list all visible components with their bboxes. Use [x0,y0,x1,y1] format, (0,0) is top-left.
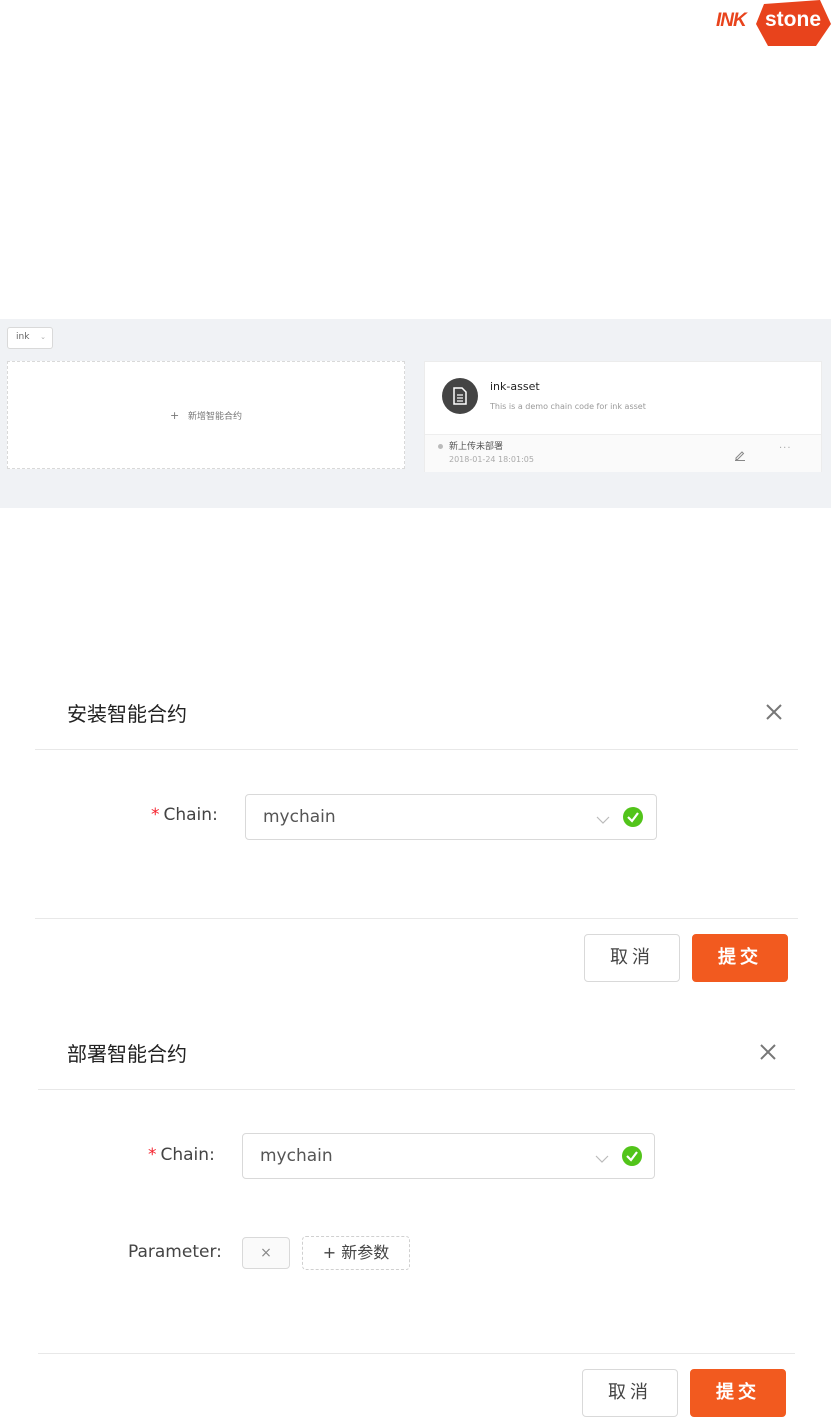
cancel-button[interactable]: 取消 [584,934,680,982]
modal-footer-divider [38,1353,795,1354]
check-circle-icon [623,807,643,827]
close-icon[interactable] [756,1040,780,1064]
add-parameter-button[interactable]: + 新参数 [302,1236,410,1270]
install-modal: 安装智能合约 * Chain: mychain 取消 提交 [35,680,798,985]
logo-ink-text: INK [716,10,747,31]
chain-select-value: mychain [263,807,336,827]
chaincode-card[interactable]: ink-asset This is a demo chain code for … [424,361,822,472]
deploy-modal: 部署智能合约 * Chain: mychain Parameter: × + 新参… [35,1020,798,1425]
required-mark: * [148,1145,157,1165]
chain-label: * Chain: [151,805,218,825]
modal-header-divider [38,1089,795,1090]
document-icon [442,378,478,414]
edit-icon[interactable] [734,446,746,465]
close-icon[interactable] [762,700,786,724]
chaincode-description: This is a demo chain code for ink asset [490,402,646,411]
cancel-button[interactable]: 取消 [582,1369,678,1417]
submit-button[interactable]: 提交 [692,934,788,982]
modal-footer-divider [35,918,798,919]
channel-select[interactable]: ink ⌄ [7,327,53,349]
more-icon[interactable]: ··· [779,443,792,454]
modal-header-divider [35,749,798,750]
chaincode-footer: 新上传未部署 2018-01-24 18:01:05 ··· [425,434,821,472]
status-dot [438,444,443,449]
chain-label: * Chain: [148,1145,215,1165]
deploy-modal-title: 部署智能合约 [67,1042,187,1066]
chaincode-time: 2018-01-24 18:01:05 [449,455,534,464]
inkstone-logo: INK stone [712,0,831,48]
submit-button[interactable]: 提交 [690,1369,786,1417]
chain-select[interactable]: mychain [242,1133,655,1179]
chaincode-panel: ink ⌄ + 新增智能合约 ink-asset This is a demo … [0,319,831,508]
check-circle-icon [622,1146,642,1166]
plus-icon: + [169,409,180,422]
logo-stone-text: stone [765,8,822,31]
chevron-down-icon [595,1149,609,1168]
remove-parameter-button[interactable]: × [242,1237,290,1269]
chaincode-name: ink-asset [490,380,540,393]
chain-select[interactable]: mychain [245,794,657,840]
required-mark: * [151,805,160,825]
channel-select-value: ink [16,332,30,342]
chevron-down-icon [596,810,610,829]
add-chaincode-card[interactable]: + 新增智能合约 [7,361,405,469]
chaincode-status: 新上传未部署 [449,442,504,452]
chevron-down-icon: ⌄ [40,333,46,341]
chain-select-value: mychain [260,1146,333,1166]
install-modal-title: 安装智能合约 [67,702,187,726]
parameter-label: Parameter: [128,1242,222,1262]
add-chaincode-label: 新增智能合约 [188,412,243,422]
